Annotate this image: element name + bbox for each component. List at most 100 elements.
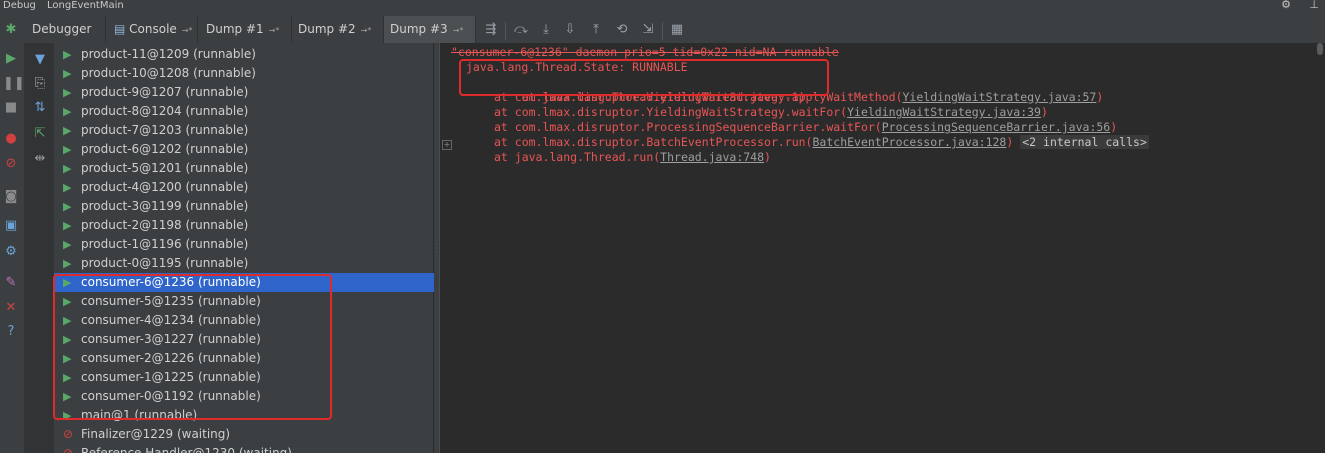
- resume-icon[interactable]: ▶: [3, 51, 19, 67]
- toolbar-separator: [505, 22, 506, 40]
- thread-label: product-11@1209 (runnable): [81, 47, 256, 61]
- thread-running-icon: ▶: [63, 238, 72, 251]
- sort-icon[interactable]: ⇅: [32, 100, 48, 116]
- debug-toolbar: ✱ Debugger ▤ Console →* Dump #1 →* Dump #2…: [0, 12, 1325, 44]
- view-breakpoints-icon[interactable]: ●: [3, 131, 19, 147]
- thread-row[interactable]: ⊘ Reference Handler@1230 (waiting): [54, 444, 434, 453]
- force-step-into-icon[interactable]: ⇩: [562, 22, 578, 38]
- tab-label: Debugger: [32, 22, 92, 36]
- thread-running-icon: ▶: [63, 86, 72, 99]
- tab-label: Console: [129, 22, 177, 36]
- evaluate-expression-icon[interactable]: ▦: [669, 22, 685, 38]
- run-to-cursor-icon[interactable]: ⇲: [640, 22, 656, 38]
- tab-debugger[interactable]: Debugger: [24, 16, 106, 43]
- tab-dump-1[interactable]: Dump #1 →*: [198, 16, 292, 43]
- frame-suffix: ): [1006, 135, 1014, 149]
- tab-label: Dump #2: [298, 22, 356, 36]
- thread-row[interactable]: ▶ product-5@1201 (runnable): [54, 159, 434, 178]
- thread-label: Finalizer@1229 (waiting): [81, 427, 231, 441]
- show-execution-point-icon[interactable]: ⇶: [483, 22, 499, 38]
- step-out-icon[interactable]: ⤒: [588, 22, 604, 38]
- scrollbar[interactable]: [1317, 43, 1323, 55]
- thread-waiting-icon: ⊘: [63, 446, 74, 453]
- thread-row[interactable]: ⊘ Finalizer@1229 (waiting): [54, 425, 434, 444]
- frame-text: at java.lang.Thread.run(: [494, 150, 661, 164]
- source-link[interactable]: YieldingWaitStrategy.java:57: [903, 90, 1097, 104]
- merge-icon[interactable]: ⇹: [32, 151, 48, 167]
- tab-label: Dump #1: [206, 22, 264, 36]
- frame-text: at com.lmax.disruptor.YieldingWaitStrate…: [494, 105, 848, 119]
- stop-icon[interactable]: ■: [3, 100, 19, 116]
- frame-suffix: ): [1096, 90, 1104, 104]
- thread-label: product-5@1201 (runnable): [81, 161, 249, 175]
- annotation-box-state: [459, 59, 829, 96]
- thread-label: product-2@1198 (runnable): [81, 218, 249, 232]
- thread-row[interactable]: ▶ product-8@1204 (runnable): [54, 102, 434, 121]
- tab-dump-3[interactable]: Dump #3 →*: [384, 16, 476, 43]
- folded-internal-calls[interactable]: <2 internal calls>: [1020, 135, 1149, 149]
- step-into-icon[interactable]: ⤓: [538, 22, 554, 38]
- settings-icon[interactable]: ⚙: [3, 244, 19, 260]
- frame-suffix: ): [1040, 105, 1048, 119]
- tab-console[interactable]: ▤ Console →*: [106, 16, 198, 43]
- stack-frame: at com.lmax.disruptor.ProcessingSequence…: [494, 120, 1117, 135]
- thread-row[interactable]: ▶ product-0@1195 (runnable): [54, 254, 434, 273]
- thread-label: product-9@1207 (runnable): [81, 85, 249, 99]
- thread-dump-view: "consumer-6@1236" daemon prio=5 tid=0x22…: [441, 43, 1325, 453]
- tab-label: Dump #3: [390, 22, 448, 36]
- thread-row[interactable]: ▶ product-4@1200 (runnable): [54, 178, 434, 197]
- frame-suffix: ): [1110, 120, 1118, 134]
- source-link[interactable]: BatchEventProcessor.java:128: [813, 135, 1007, 149]
- thread-row[interactable]: ▶ product-3@1199 (runnable): [54, 197, 434, 216]
- stack-frame: at com.lmax.disruptor.YieldingWaitStrate…: [494, 105, 1048, 120]
- filter-icon[interactable]: ▼: [32, 52, 48, 68]
- source-link[interactable]: ProcessingSequenceBarrier.java:56: [882, 120, 1110, 134]
- thread-label: Reference Handler@1230 (waiting): [81, 446, 292, 453]
- source-link[interactable]: YieldingWaitStrategy.java:39: [847, 105, 1041, 119]
- tab-pin-icon: →*: [181, 26, 193, 35]
- window-title-bar: Debug LongEventMain ⚙︎ ⊥: [0, 0, 1325, 12]
- thread-row[interactable]: ▶ product-7@1203 (runnable): [54, 121, 434, 140]
- thread-label: product-0@1195 (runnable): [81, 256, 249, 270]
- thread-running-icon: ▶: [63, 105, 72, 118]
- camera-icon[interactable]: ◙: [3, 189, 19, 205]
- stack-frame: at java.lang.Thread.run(Thread.java:748): [494, 150, 771, 165]
- pause-icon[interactable]: ❚❚: [3, 76, 25, 92]
- thread-row[interactable]: ▶ product-6@1202 (runnable): [54, 140, 434, 159]
- thread-running-icon: ▶: [63, 143, 72, 156]
- help-icon[interactable]: ?: [3, 324, 19, 340]
- thread-label: product-4@1200 (runnable): [81, 180, 249, 194]
- gear-icon[interactable]: ⚙︎: [1281, 0, 1291, 11]
- run-config-name: LongEventMain: [47, 0, 124, 11]
- thread-running-icon: ▶: [63, 257, 72, 270]
- thread-running-icon: ▶: [63, 48, 72, 61]
- restore-layout-icon[interactable]: ▣: [3, 218, 19, 234]
- expand-fold-icon[interactable]: +: [442, 140, 452, 150]
- copy-icon[interactable]: ⎘: [32, 76, 48, 92]
- stack-frame: at com.lmax.disruptor.BatchEventProcesso…: [494, 135, 1149, 150]
- close-icon[interactable]: ✕: [3, 300, 19, 316]
- export-icon[interactable]: ⇱: [32, 126, 48, 142]
- frame-suffix: ): [764, 150, 771, 164]
- debug-bug-icon: ✱: [5, 22, 17, 37]
- debug-action-rail: ▶ ❚❚ ■ ● ⊘ ◙ ▣ ⚙ ✎ ✕ ?: [0, 43, 25, 453]
- thread-label: product-10@1208 (runnable): [81, 66, 256, 80]
- thread-running-icon: ▶: [63, 181, 72, 194]
- thread-label: product-3@1199 (runnable): [81, 199, 249, 213]
- thread-row[interactable]: ▶ product-2@1198 (runnable): [54, 216, 434, 235]
- thread-running-icon: ▶: [63, 219, 72, 232]
- mute-breakpoints-icon[interactable]: ⊘: [3, 156, 19, 172]
- thread-row[interactable]: ▶ product-9@1207 (runnable): [54, 83, 434, 102]
- thread-row[interactable]: ▶ product-11@1209 (runnable): [54, 45, 434, 64]
- step-over-icon[interactable]: ⤼: [513, 22, 529, 38]
- tab-dump-2[interactable]: Dump #2 →*: [292, 16, 384, 43]
- pin-icon[interactable]: ⊥: [1309, 0, 1319, 11]
- drop-frame-icon[interactable]: ⟲: [614, 22, 630, 38]
- tab-pin-icon: →*: [360, 26, 372, 35]
- source-link[interactable]: Thread.java:748: [660, 150, 764, 164]
- tool-window-title: Debug: [3, 0, 36, 11]
- pin-tab-icon[interactable]: ✎: [3, 275, 19, 291]
- thread-row[interactable]: ▶ product-1@1196 (runnable): [54, 235, 434, 254]
- tab-pin-icon: →*: [268, 26, 280, 35]
- thread-row[interactable]: ▶ product-10@1208 (runnable): [54, 64, 434, 83]
